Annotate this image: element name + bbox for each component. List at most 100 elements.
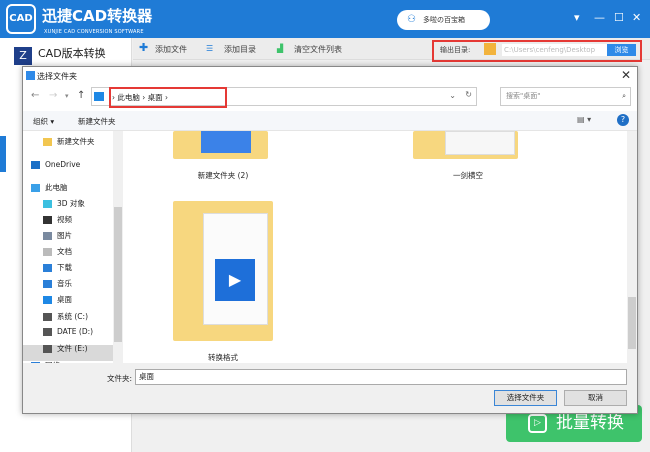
download-icon bbox=[43, 264, 52, 272]
minimize-icon[interactable]: — bbox=[594, 11, 605, 24]
nav-item-label: 此电脑 bbox=[45, 183, 68, 192]
navigation-pane: 新建文件夹 OneDrive 此电脑 3D 对象视频图片文档下载音乐桌面系统 (C:)… bbox=[23, 131, 123, 370]
nav-item-label: 文档 bbox=[57, 247, 72, 256]
broom-icon: ▟ bbox=[277, 44, 284, 53]
maximize-icon[interactable]: ☐ bbox=[614, 11, 624, 24]
nav-scrollbar-thumb[interactable] bbox=[114, 207, 122, 342]
music-icon bbox=[43, 280, 52, 288]
nav-item[interactable]: 视频 bbox=[43, 214, 72, 225]
cloud-icon bbox=[31, 161, 40, 169]
folder-icon bbox=[43, 138, 52, 146]
nav-item[interactable]: 文档 bbox=[43, 246, 72, 257]
output-path-input[interactable]: C:\Users\cenfeng\Desktop bbox=[502, 44, 607, 56]
app-logo: CAD bbox=[6, 4, 36, 34]
sidebar-item-cad-version[interactable]: CAD版本转换 bbox=[38, 45, 106, 61]
up-icon[interactable]: ↑ bbox=[77, 90, 85, 101]
desktop-icon bbox=[43, 296, 52, 304]
nav-item-label: 系统 (C:) bbox=[57, 312, 88, 321]
breadcrumb-highlight bbox=[109, 87, 227, 108]
pc-icon bbox=[31, 184, 40, 192]
nav-item-label: 3D 对象 bbox=[57, 199, 85, 208]
nav-item[interactable]: OneDrive bbox=[31, 160, 80, 169]
new-folder-button[interactable]: 新建文件夹 bbox=[78, 116, 116, 127]
select-folder-dialog: 选择文件夹 ✕ ← → ▾ ↑ › 此电脑 › 桌面 › ⌄ ↻ 搜索"桌面" ⌕… bbox=[22, 66, 638, 414]
folder-label[interactable]: 转换格式 bbox=[163, 352, 283, 363]
dialog-footer: 文件夹: 桌面 选择文件夹 取消 bbox=[23, 363, 637, 413]
document-icon bbox=[43, 248, 52, 256]
menu-icon[interactable]: ▾ bbox=[574, 11, 580, 24]
folder-name-input[interactable]: 桌面 bbox=[135, 369, 627, 385]
nav-item-label: OneDrive bbox=[45, 160, 81, 169]
back-icon[interactable]: ← bbox=[31, 90, 39, 101]
drive-icon bbox=[43, 328, 52, 336]
folder-icon bbox=[484, 43, 496, 55]
nav-item[interactable]: 系统 (C:) bbox=[43, 311, 88, 322]
folder-content-preview bbox=[201, 131, 251, 153]
nav-item[interactable]: 此电脑 bbox=[31, 182, 68, 193]
cad-convert-icon: Z bbox=[14, 47, 32, 65]
organize-button[interactable]: 组织 ▾ bbox=[33, 116, 54, 127]
add-dir-icon: ☰ bbox=[206, 44, 214, 53]
drive-icon bbox=[43, 313, 52, 321]
nav-item-label: 视频 bbox=[57, 215, 72, 224]
dialog-icon bbox=[26, 71, 35, 80]
content-scrollbar-thumb[interactable] bbox=[628, 297, 636, 349]
help-icon[interactable]: ? bbox=[617, 114, 629, 126]
user-name: 多啦の百宝箱 bbox=[423, 16, 465, 24]
nav-item-label: 新建文件夹 bbox=[57, 137, 95, 146]
picture-icon bbox=[43, 232, 52, 240]
nav-item[interactable]: 桌面 bbox=[43, 294, 72, 305]
nav-item[interactable]: 3D 对象 bbox=[43, 198, 85, 209]
add-file-icon: ✚ bbox=[139, 41, 149, 54]
address-dropdown-icon[interactable]: ⌄ bbox=[449, 91, 456, 100]
nav-item[interactable]: 音乐 bbox=[43, 278, 72, 289]
search-placeholder: 搜索"桌面" bbox=[506, 92, 541, 100]
nav-item-label: 下载 bbox=[57, 263, 72, 272]
app-subtitle: XUNJIE CAD CONVERSION SOFTWARE bbox=[44, 29, 144, 35]
video-icon bbox=[43, 216, 52, 224]
cancel-button[interactable]: 取消 bbox=[564, 390, 627, 406]
app-title: 迅捷CAD转换器 bbox=[42, 7, 153, 25]
folder-content-preview bbox=[445, 131, 515, 155]
add-dir-button[interactable]: 添加目录 bbox=[224, 44, 256, 55]
nav-item-label: 文件 (E:) bbox=[57, 344, 88, 353]
nav-item-label: DATE (D:) bbox=[57, 327, 94, 336]
nav-item[interactable]: 下载 bbox=[43, 262, 72, 273]
forward-icon[interactable]: → bbox=[49, 90, 57, 101]
nav-item-label: 桌面 bbox=[57, 295, 72, 304]
select-folder-button[interactable]: 选择文件夹 bbox=[494, 390, 557, 406]
nav-item-label: 图片 bbox=[57, 231, 72, 240]
dialog-close-icon[interactable]: ✕ bbox=[621, 68, 631, 82]
cube-icon bbox=[43, 200, 52, 208]
output-dir-label: 输出目录: bbox=[440, 46, 471, 54]
recent-dropdown-icon[interactable]: ▾ bbox=[65, 92, 69, 100]
batch-convert-label: 批量转换 bbox=[556, 413, 624, 433]
nav-item[interactable]: DATE (D:) bbox=[43, 327, 93, 336]
pc-icon bbox=[94, 92, 104, 101]
dialog-title: 选择文件夹 bbox=[37, 72, 77, 81]
folder-content: 新建文件夹 (2) 一剑横空 ▶ 转换格式 bbox=[123, 131, 637, 363]
user-button[interactable]: ⚇ 多啦の百宝箱 bbox=[397, 10, 490, 30]
folder-name-label: 文件夹: bbox=[107, 374, 133, 383]
video-icon: ▶ bbox=[215, 259, 255, 301]
nav-item[interactable]: 文件 (E:) bbox=[43, 343, 88, 354]
dialog-toolbar: 组织 ▾ 新建文件夹 ▤ ▾ ? bbox=[23, 111, 637, 131]
clear-list-button[interactable]: 清空文件列表 bbox=[294, 44, 342, 55]
play-icon: ▷ bbox=[528, 414, 547, 433]
nav-item[interactable]: 图片 bbox=[43, 230, 72, 241]
close-icon[interactable]: ✕ bbox=[632, 11, 641, 24]
add-file-button[interactable]: 添加文件 bbox=[155, 44, 187, 55]
browse-button[interactable]: 浏览 bbox=[607, 44, 636, 56]
search-input[interactable]: 搜索"桌面" ⌕ bbox=[500, 87, 631, 106]
drive-icon bbox=[43, 345, 52, 353]
search-icon: ⌕ bbox=[622, 92, 626, 100]
nav-item[interactable]: 新建文件夹 bbox=[43, 136, 95, 147]
refresh-icon[interactable]: ↻ bbox=[465, 90, 472, 99]
app-header: CAD 迅捷CAD转换器 XUNJIE CAD CONVERSION SOFTW… bbox=[0, 0, 650, 38]
sidebar-selection-indicator bbox=[0, 136, 6, 172]
nav-item-label: 音乐 bbox=[57, 279, 72, 288]
user-icon: ⚇ bbox=[407, 14, 416, 25]
view-icon[interactable]: ▤ ▾ bbox=[577, 115, 591, 124]
folder-label[interactable]: 新建文件夹 (2) bbox=[163, 170, 283, 181]
folder-label[interactable]: 一剑横空 bbox=[408, 170, 528, 181]
